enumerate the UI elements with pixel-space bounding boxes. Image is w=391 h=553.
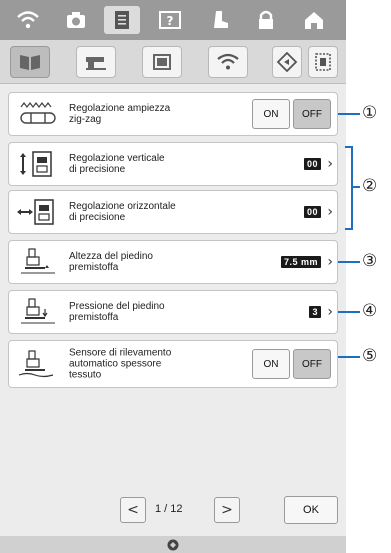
- setting-fabric-sensor: Sensore di rilevamento automatico spesso…: [8, 340, 338, 388]
- horizontal-adjust-icon: [15, 197, 61, 227]
- camera-icon[interactable]: [58, 6, 94, 34]
- callout-line-5: [338, 356, 360, 358]
- horizontal-adjust-value: 00: [303, 206, 321, 218]
- callout-line-4: [338, 311, 360, 313]
- presser-foot-pressure-label: Pressione del piedino premistoffa: [69, 301, 165, 323]
- callout-bracket-2: [345, 146, 353, 230]
- presser-foot-height-value: 7.5 mm: [280, 256, 321, 268]
- vertical-adjust-label: Regolazione verticale di precisione: [69, 153, 165, 175]
- diamond-icon[interactable]: [272, 46, 302, 78]
- horizontal-adjust-label: Regolazione orizzontale di precisione: [69, 201, 176, 223]
- chevron-right-icon: ›: [327, 304, 333, 320]
- embroidery-frame-tab-icon[interactable]: [142, 46, 182, 78]
- vertical-adjust-icon: [15, 149, 61, 179]
- zigzag-width-icon: [15, 99, 61, 129]
- callout-line-2: [352, 186, 360, 188]
- fabric-sensor-on-button[interactable]: ON: [252, 349, 290, 379]
- previous-page-button[interactable]: <: [120, 497, 146, 523]
- boot-icon[interactable]: [202, 6, 238, 34]
- zigzag-width-on-button[interactable]: ON: [252, 99, 290, 129]
- presser-foot-height-icon: [15, 247, 61, 277]
- next-page-button[interactable]: >: [214, 497, 240, 523]
- setting-presser-foot-height[interactable]: Altezza del piedino premistoffa 7.5 mm ›: [8, 240, 338, 284]
- callout-3: ③: [362, 251, 378, 271]
- setting-presser-foot-pressure[interactable]: Pressione del piedino premistoffa 3 ›: [8, 290, 338, 334]
- callout-4: ④: [362, 301, 378, 321]
- status-bar: [0, 536, 346, 553]
- fabric-sensor-toggle: ON OFF: [252, 349, 331, 379]
- wifi-icon[interactable]: [10, 6, 46, 34]
- chevron-right-icon: ›: [327, 254, 333, 270]
- settings-screen: ? Regolazione ampiezza zig-zag ON OFF Re…: [0, 0, 346, 553]
- book-tab-icon[interactable]: [10, 46, 50, 78]
- wifi-tab-icon[interactable]: [208, 46, 248, 78]
- setting-vertical-fine-adjust[interactable]: Regolazione verticale di precisione 00 ›: [8, 142, 338, 186]
- status-icon: [167, 539, 179, 550]
- fabric-sensor-off-button[interactable]: OFF: [293, 349, 331, 379]
- lock-icon[interactable]: [248, 6, 284, 34]
- chevron-right-icon: ›: [327, 204, 333, 220]
- fabric-sensor-icon: [15, 349, 61, 379]
- setting-zigzag-width: Regolazione ampiezza zig-zag ON OFF: [8, 92, 338, 136]
- page-indicator: 1 / 12: [155, 503, 183, 515]
- home-icon[interactable]: [296, 6, 332, 34]
- ok-button[interactable]: OK: [284, 496, 338, 524]
- setting-horizontal-fine-adjust[interactable]: Regolazione orizzontale di precisione 00…: [8, 190, 338, 234]
- callout-line-3: [338, 261, 360, 263]
- svg-text:?: ?: [167, 14, 174, 28]
- vertical-adjust-value: 00: [303, 158, 321, 170]
- zigzag-width-label: Regolazione ampiezza zig-zag: [69, 103, 171, 125]
- zigzag-width-off-button[interactable]: OFF: [293, 99, 331, 129]
- sewing-machine-tab-icon[interactable]: [76, 46, 116, 78]
- zigzag-width-toggle: ON OFF: [252, 99, 331, 129]
- callout-line-1: [338, 113, 360, 115]
- help-icon[interactable]: ?: [152, 6, 188, 34]
- top-bar: ?: [0, 0, 346, 40]
- presser-foot-height-label: Altezza del piedino premistoffa: [69, 251, 153, 273]
- frame-icon[interactable]: [308, 46, 338, 78]
- chevron-right-icon: ›: [327, 156, 333, 172]
- presser-foot-pressure-icon: [15, 297, 61, 327]
- callout-5: ⑤: [362, 346, 378, 366]
- fabric-sensor-label: Sensore di rilevamento automatico spesso…: [69, 347, 172, 381]
- document-icon[interactable]: [104, 6, 140, 34]
- callout-1: ①: [362, 103, 378, 123]
- category-tabs: [0, 40, 346, 84]
- presser-foot-pressure-value: 3: [309, 306, 321, 318]
- callout-2: ②: [362, 176, 378, 196]
